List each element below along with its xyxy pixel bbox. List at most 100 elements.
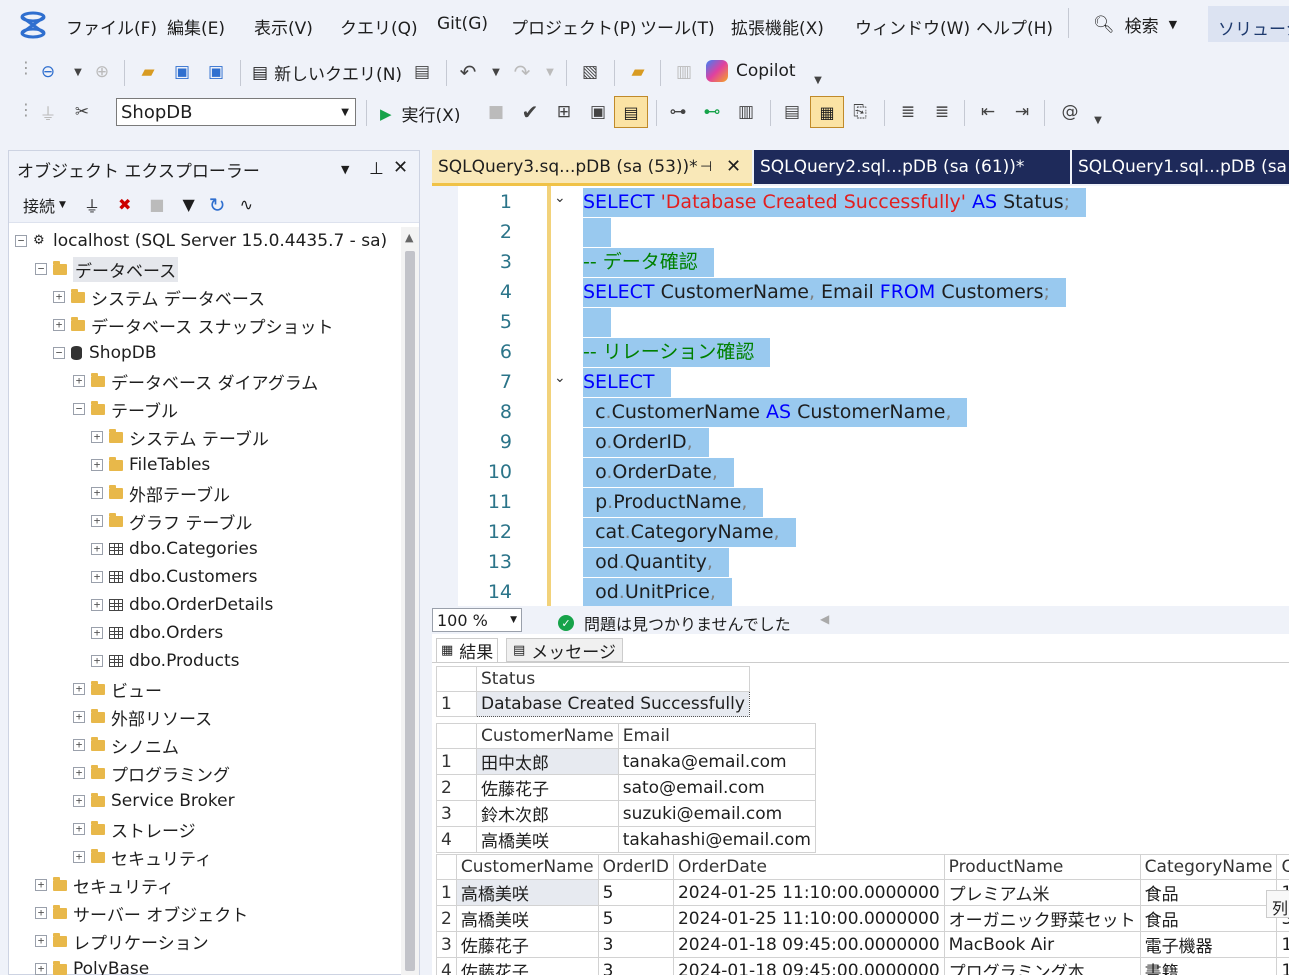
- code-line[interactable]: -- リレーション確認: [583, 338, 771, 367]
- disconnect-icon[interactable]: ✂: [70, 100, 94, 124]
- code-line[interactable]: p.ProductName,: [583, 488, 764, 517]
- tree-node[interactable]: + FileTables: [91, 451, 210, 479]
- tree-node[interactable]: + dbo.OrderDetails: [91, 591, 273, 619]
- table-cell[interactable]: オーガニック野菜セット: [943, 905, 1141, 932]
- scroll-thumb[interactable]: [405, 251, 415, 971]
- table-cell[interactable]: 佐藤花子: [455, 957, 599, 975]
- table-cell[interactable]: 5: [597, 905, 674, 932]
- code-line[interactable]: o.OrderID,: [583, 428, 709, 457]
- table-cell[interactable]: 食品: [1139, 879, 1278, 906]
- code-line[interactable]: od.Quantity,: [583, 548, 729, 577]
- row-header-corner[interactable]: [436, 666, 477, 692]
- tree-node[interactable]: + ストレージ: [73, 815, 196, 843]
- results-grid-customers[interactable]: CustomerName Email 1 田中太郎 tanaka@email.com 2 佐…: [436, 723, 816, 853]
- menu-item-2[interactable]: 表示(V): [254, 14, 313, 39]
- menu-item-1[interactable]: 編集(E): [167, 14, 225, 39]
- messages-tab[interactable]: ▤ メッセージ: [506, 638, 623, 663]
- save-icon[interactable]: ▣: [170, 60, 194, 84]
- code-line[interactable]: o.OrderDate,: [583, 458, 734, 487]
- expand-icon[interactable]: +: [91, 515, 103, 527]
- expand-icon[interactable]: +: [53, 291, 65, 303]
- expand-icon[interactable]: +: [73, 823, 85, 835]
- zoom-select[interactable]: 100 % ▼: [432, 608, 522, 632]
- column-header[interactable]: CustomerName: [455, 854, 599, 880]
- row-number[interactable]: 4: [436, 826, 477, 853]
- tree-node[interactable]: + プログラミング: [73, 759, 230, 787]
- table-cell[interactable]: takahashi@email.com: [617, 826, 816, 853]
- table-row[interactable]: 4 高橋美咲 takahashi@email.com: [436, 826, 816, 853]
- open-folder-icon[interactable]: ▰: [136, 60, 160, 84]
- expand-icon[interactable]: +: [35, 963, 47, 975]
- table-row[interactable]: 2 高橋美咲 5 2024-01-25 11:10:00.0000000 オーガニック野…: [436, 905, 1289, 932]
- table-row[interactable]: 1 Database Created Successfully: [436, 691, 750, 717]
- tree-node[interactable]: + データベース スナップショット: [53, 311, 334, 339]
- tree-node[interactable]: + セキュリティ: [73, 843, 212, 871]
- copilot-button[interactable]: Copilot: [706, 60, 796, 82]
- forward-icon[interactable]: ⊕: [90, 60, 114, 84]
- chevron-down-icon[interactable]: ▼: [66, 60, 90, 84]
- menu-item-3[interactable]: クエリ(Q): [340, 14, 418, 39]
- table-cell[interactable]: tanaka@email.com: [617, 748, 816, 775]
- expand-icon[interactable]: +: [35, 879, 47, 891]
- collapse-icon[interactable]: −: [73, 403, 85, 415]
- stop-icon[interactable]: ■: [149, 195, 164, 214]
- parse-check-icon[interactable]: ✔: [518, 100, 542, 124]
- scroll-left-icon[interactable]: ◀: [820, 612, 829, 626]
- column-header[interactable]: ProductName: [943, 854, 1141, 880]
- tab-query-1[interactable]: SQLQuery3.sq...pDB (sa (53))* ⊣ ✕: [432, 150, 752, 186]
- table-row[interactable]: 1 高橋美咲 5 2024-01-25 11:10:00.0000000 プレミアム米食…: [436, 879, 1289, 906]
- tree-node[interactable]: + PolyBase: [35, 955, 149, 975]
- table-cell[interactable]: Database Created Successfully: [476, 691, 750, 717]
- row-number[interactable]: 2: [436, 905, 457, 932]
- expand-icon[interactable]: +: [91, 431, 103, 443]
- expand-icon[interactable]: +: [73, 767, 85, 779]
- tree-node[interactable]: − ShopDB: [53, 339, 157, 367]
- tree-node[interactable]: + dbo.Orders: [91, 619, 223, 647]
- collapse-icon[interactable]: −: [15, 235, 27, 247]
- expand-icon[interactable]: +: [73, 375, 85, 387]
- expand-icon[interactable]: +: [91, 459, 103, 471]
- expand-icon[interactable]: +: [91, 543, 103, 555]
- results-tab[interactable]: ▦ 結果: [436, 638, 499, 663]
- uncomment-icon[interactable]: ≣: [930, 100, 954, 124]
- table-row[interactable]: 3 佐藤花子 3 2024-01-18 09:45:00.0000000 MacBook…: [436, 931, 1289, 958]
- row-number[interactable]: 1: [436, 748, 477, 775]
- tree-node[interactable]: + セキュリティ: [35, 871, 174, 899]
- redo-icon[interactable]: ↷: [510, 60, 534, 84]
- tree-node[interactable]: + 外部リソース: [73, 703, 212, 731]
- tree-node[interactable]: + データベース ダイアグラム: [73, 367, 318, 395]
- table-cell[interactable]: 3: [597, 931, 674, 958]
- pin-icon[interactable]: ⊣: [700, 159, 712, 175]
- live-stats-icon[interactable]: ⊷: [700, 100, 724, 124]
- collapse-icon[interactable]: −: [35, 263, 47, 275]
- close-icon[interactable]: ✕: [393, 157, 408, 178]
- table-row[interactable]: 1 田中太郎 tanaka@email.com: [436, 748, 816, 775]
- menu-item-8[interactable]: ウィンドウ(W): [855, 14, 970, 39]
- row-number[interactable]: 3: [436, 800, 477, 827]
- expand-icon[interactable]: +: [91, 487, 103, 499]
- specify-values-icon[interactable]: @: [1058, 100, 1082, 124]
- toolbar-overflow-icon[interactable]: ▼: [806, 68, 830, 92]
- tree-node[interactable]: + 外部テーブル: [91, 479, 230, 507]
- menu-item-9[interactable]: ヘルプ(H): [976, 14, 1053, 39]
- table-cell[interactable]: suzuki@email.com: [617, 800, 816, 827]
- table-row[interactable]: 2 佐藤花子 sato@email.com: [436, 774, 816, 801]
- undo-icon[interactable]: ↶: [456, 60, 480, 84]
- tree-node[interactable]: + レプリケーション: [35, 927, 209, 955]
- row-number[interactable]: 1: [436, 879, 457, 906]
- menu-item-7[interactable]: 拡張機能(X): [731, 14, 824, 39]
- chevron-down-icon[interactable]: ▼: [538, 60, 562, 84]
- solution-explorer-button[interactable]: ソリューショ: [1208, 6, 1289, 42]
- row-number[interactable]: 2: [436, 774, 477, 801]
- save-all-icon[interactable]: ▣: [204, 60, 228, 84]
- scroll-up-icon[interactable]: ▲: [405, 231, 413, 244]
- table-cell[interactable]: 高橋美咲: [476, 826, 619, 853]
- table-row[interactable]: 4 佐藤花子 3 2024-01-18 09:45:00.0000000 プログラミング…: [436, 957, 1289, 975]
- client-stats-icon[interactable]: ▥: [734, 100, 758, 124]
- table-cell[interactable]: 高橋美咲: [455, 879, 599, 906]
- estimated-plan-icon[interactable]: ⊞: [552, 100, 576, 124]
- back-icon[interactable]: ⊖: [36, 60, 60, 84]
- tree-node[interactable]: + シノニム: [73, 731, 179, 759]
- table-cell[interactable]: プレミアム米: [943, 879, 1141, 906]
- filter-icon[interactable]: ▼: [182, 195, 194, 214]
